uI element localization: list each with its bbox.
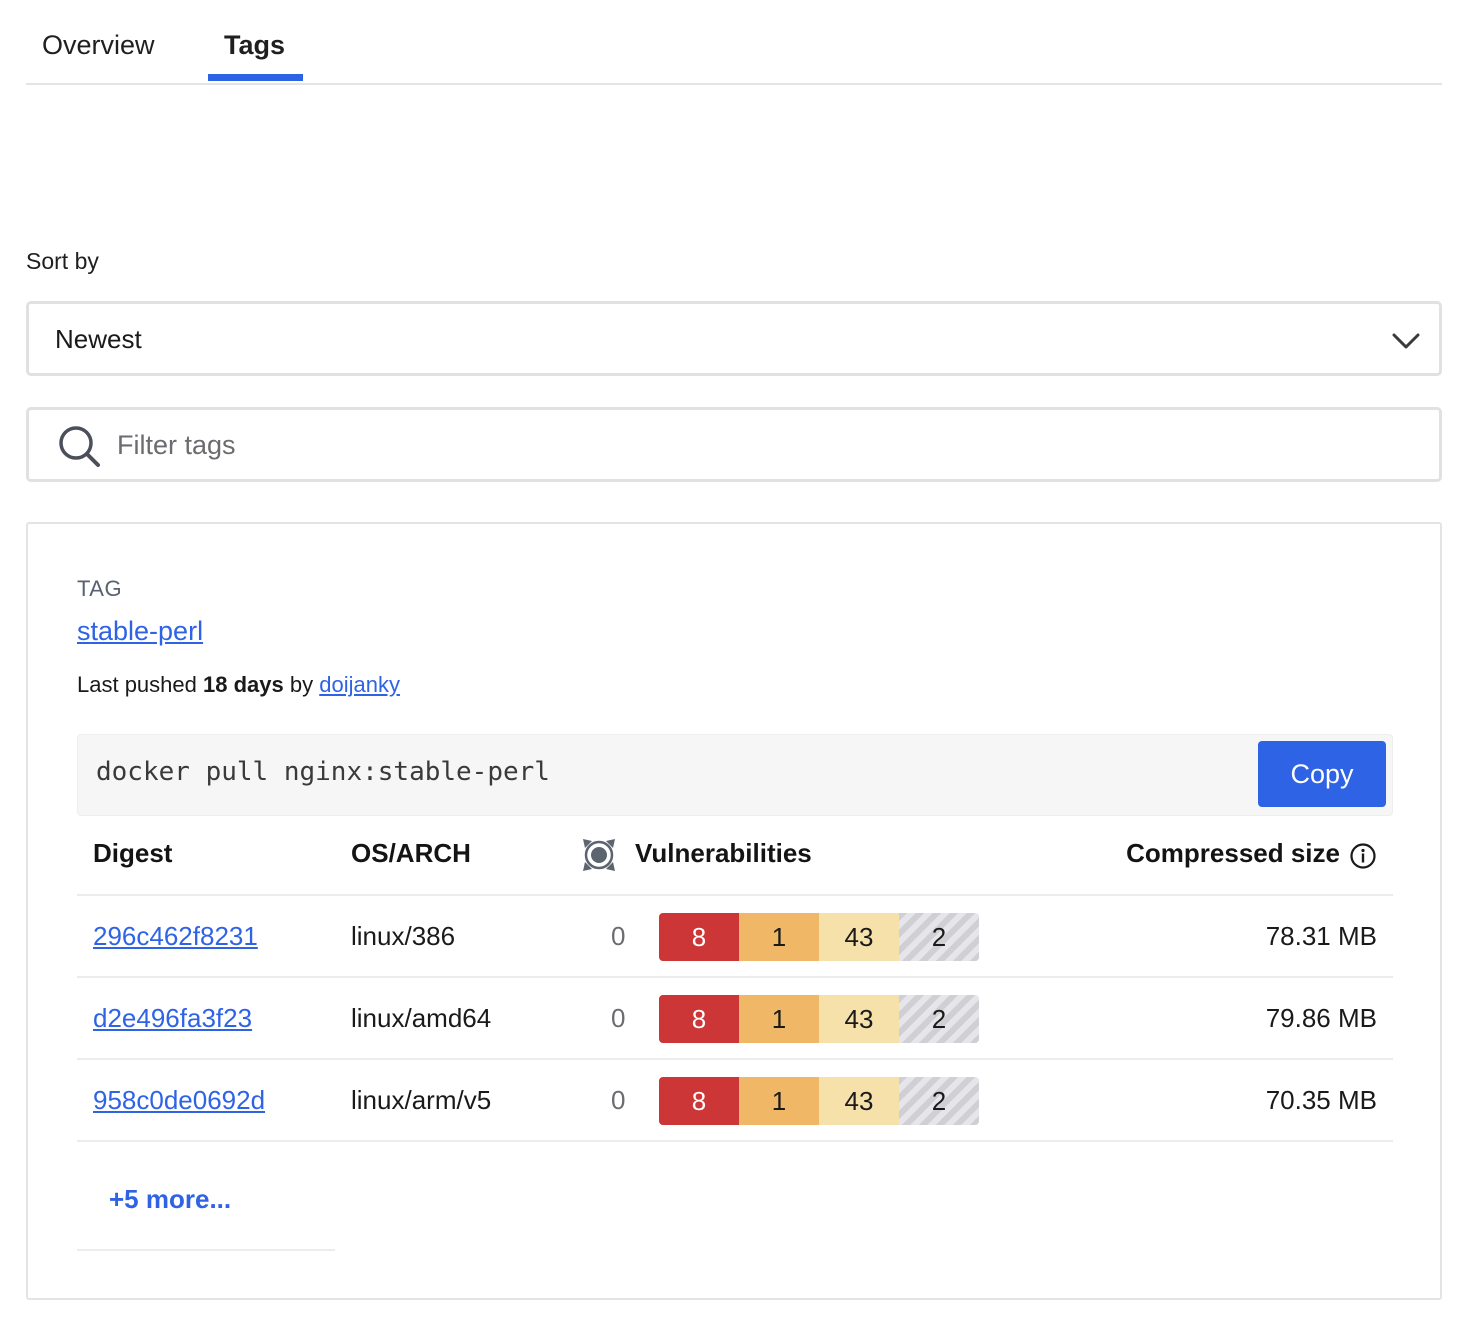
tag-caption: TAG xyxy=(77,576,123,601)
chevron-down-icon xyxy=(1392,333,1420,349)
vuln-medium-count: 43 xyxy=(819,995,899,1043)
table-row: 958c0de0692d linux/arm/v5 0 8 1 43 2 70.… xyxy=(77,1060,1393,1142)
digest-link[interactable]: 958c0de0692d xyxy=(93,1085,265,1116)
column-header-vulnerabilities: Vulnerabilities xyxy=(635,838,812,868)
tag-card: TAG stable-perl Last pushed 18 days by d… xyxy=(26,522,1442,1300)
filter-tags-field xyxy=(26,407,1442,482)
last-pushed-by: by xyxy=(289,672,314,697)
pusher-user-link[interactable]: doijanky xyxy=(319,672,400,697)
last-pushed-prefix: Last pushed xyxy=(77,672,197,697)
os-arch-value: linux/386 xyxy=(351,921,456,951)
digest-link[interactable]: 296c462f8231 xyxy=(93,921,258,952)
pull-command-text: docker pull nginx:stable-perl xyxy=(96,757,550,787)
search-icon xyxy=(59,426,100,467)
info-icon[interactable] xyxy=(1349,842,1377,870)
sort-by-label: Sort by xyxy=(26,248,99,274)
vulnerability-bar[interactable]: 8 1 43 2 xyxy=(659,995,979,1043)
last-pushed-age: 18 days xyxy=(203,672,284,697)
table-row: 296c462f8231 linux/386 0 8 1 43 2 78.31 … xyxy=(77,896,1393,978)
vuln-high-count: 1 xyxy=(739,1077,819,1125)
last-pushed-info: Last pushed 18 days by doijanky xyxy=(77,672,400,698)
show-more-link[interactable]: +5 more... xyxy=(109,1184,231,1215)
tab-bar: Overview Tags xyxy=(26,0,1442,85)
os-arch-value: linux/amd64 xyxy=(351,1003,492,1033)
table-row: d2e496fa3f23 linux/amd64 0 8 1 43 2 79.8… xyxy=(77,978,1393,1060)
vulnerability-bar[interactable]: 8 1 43 2 xyxy=(659,1077,979,1125)
active-tab-indicator xyxy=(208,74,303,81)
more-divider xyxy=(77,1249,335,1251)
vuln-unknown-count: 0 xyxy=(611,921,626,951)
vuln-high-count: 1 xyxy=(739,995,819,1043)
vuln-high-count: 1 xyxy=(739,913,819,961)
vuln-low-count: 2 xyxy=(899,1077,979,1125)
vuln-low-count: 2 xyxy=(899,913,979,961)
digest-link[interactable]: d2e496fa3f23 xyxy=(93,1003,252,1034)
sort-select[interactable]: Newest xyxy=(26,301,1442,376)
vuln-unknown-count: 0 xyxy=(611,1085,626,1115)
vuln-critical-count: 8 xyxy=(659,913,739,961)
tab-overview[interactable]: Overview xyxy=(42,30,155,61)
vuln-critical-count: 8 xyxy=(659,1077,739,1125)
os-arch-value: linux/arm/v5 xyxy=(351,1085,492,1115)
filter-tags-input[interactable] xyxy=(117,424,1407,466)
copy-button[interactable]: Copy xyxy=(1258,741,1386,807)
vuln-low-count: 2 xyxy=(899,995,979,1043)
tab-tags[interactable]: Tags xyxy=(224,30,285,61)
tag-name-link[interactable]: stable-perl xyxy=(77,616,203,647)
compressed-size-value: 78.31 MB xyxy=(1265,921,1377,951)
sort-select-value: Newest xyxy=(55,324,142,354)
column-header-digest: Digest xyxy=(93,838,173,868)
vuln-medium-count: 43 xyxy=(819,1077,899,1125)
compressed-size-value: 79.86 MB xyxy=(1265,1003,1377,1033)
column-header-os-arch: OS/ARCH xyxy=(351,838,471,868)
compressed-size-value: 70.35 MB xyxy=(1265,1085,1377,1115)
vuln-unknown-count: 0 xyxy=(611,1003,626,1033)
vuln-critical-count: 8 xyxy=(659,995,739,1043)
column-header-compressed-size: Compressed size xyxy=(1126,838,1340,868)
vuln-medium-count: 43 xyxy=(819,913,899,961)
pull-command-box: docker pull nginx:stable-perl Copy xyxy=(77,734,1393,816)
vulnerability-bar[interactable]: 8 1 43 2 xyxy=(659,913,979,961)
vulnerability-scan-icon xyxy=(583,839,615,871)
